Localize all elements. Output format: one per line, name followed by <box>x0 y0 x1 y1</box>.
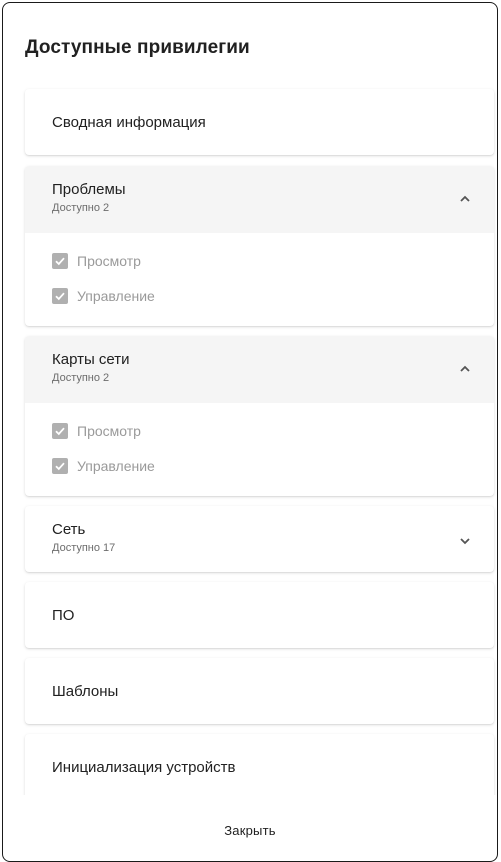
section-software[interactable]: ПО <box>25 582 494 648</box>
chevron-down-icon[interactable] <box>458 534 472 548</box>
section-templates-header[interactable]: Шаблоны <box>25 658 494 724</box>
section-title: Инициализация устройств <box>52 759 236 776</box>
section-summary[interactable]: Сводная информация <box>25 89 494 155</box>
section-subtitle: Доступно 2 <box>52 372 110 384</box>
checkbox-checked-icon[interactable] <box>52 458 68 474</box>
section-title: Карты сети <box>52 351 130 368</box>
section-title: Проблемы <box>52 181 126 198</box>
permission-view: Просмотр <box>52 422 141 440</box>
chevron-up-icon[interactable] <box>458 192 472 206</box>
permission-label: Управление <box>77 458 155 474</box>
dialog-title: Доступные привилегии <box>25 37 250 58</box>
permission-label: Просмотр <box>77 423 141 439</box>
checkbox-checked-icon[interactable] <box>52 423 68 439</box>
chevron-up-icon[interactable] <box>458 362 472 376</box>
section-title: Шаблоны <box>52 683 119 700</box>
section-device-init-header[interactable]: Инициализация устройств <box>25 734 494 795</box>
section-network-maps-header[interactable]: Карты сети Доступно 2 <box>25 336 494 403</box>
section-problems: Проблемы Доступно 2 Просмотр Управление <box>25 166 494 326</box>
section-network-header[interactable]: Сеть Доступно 17 <box>25 506 494 572</box>
permission-view: Просмотр <box>52 252 141 270</box>
section-title: Сеть <box>52 521 86 538</box>
section-network-maps: Карты сети Доступно 2 Просмотр Управлени… <box>25 336 494 496</box>
permission-label: Управление <box>77 288 155 304</box>
permission-label: Просмотр <box>77 253 141 269</box>
section-device-init[interactable]: Инициализация устройств <box>25 734 494 795</box>
section-title: ПО <box>52 607 75 624</box>
section-subtitle: Доступно 17 <box>52 542 116 554</box>
privileges-list[interactable]: Сводная информация Проблемы Доступно 2 П… <box>3 83 497 795</box>
checkbox-checked-icon[interactable] <box>52 288 68 304</box>
section-templates[interactable]: Шаблоны <box>25 658 494 724</box>
section-summary-header[interactable]: Сводная информация <box>25 89 494 155</box>
section-problems-header[interactable]: Проблемы Доступно 2 <box>25 166 494 233</box>
close-button[interactable]: Закрыть <box>3 823 497 838</box>
permission-manage: Управление <box>52 457 155 475</box>
privileges-dialog: Доступные привилегии Сводная информация … <box>2 2 498 862</box>
checkbox-checked-icon[interactable] <box>52 253 68 269</box>
permission-manage: Управление <box>52 287 155 305</box>
section-title: Сводная информация <box>52 114 206 131</box>
section-network[interactable]: Сеть Доступно 17 <box>25 506 494 572</box>
section-subtitle: Доступно 2 <box>52 202 110 214</box>
section-software-header[interactable]: ПО <box>25 582 494 648</box>
